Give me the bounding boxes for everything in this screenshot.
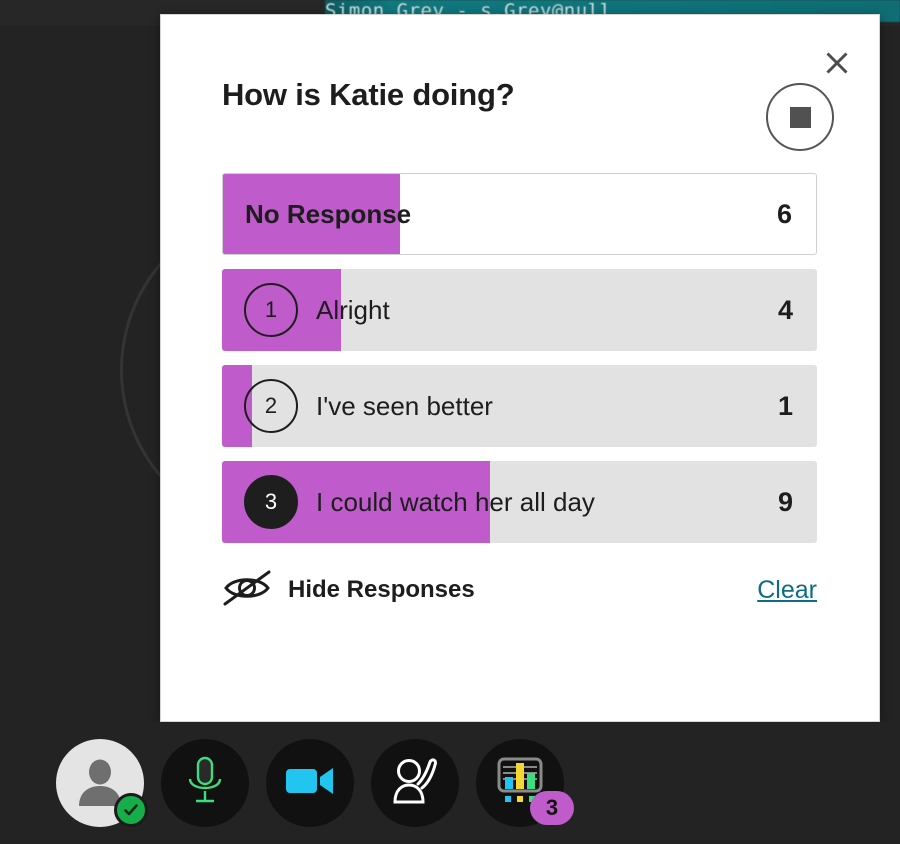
poll-options-list: No Response 6 1 Alright 4 2 I've seen be… (222, 173, 817, 557)
eye-slash-icon (222, 569, 272, 612)
meeting-toolbar: 3 (0, 722, 900, 844)
camera-button[interactable] (266, 739, 354, 827)
poll-option-count: 9 (777, 486, 793, 517)
poll-option-count: 4 (777, 294, 793, 325)
poll-option-content: 3 I could watch her all day 9 (222, 461, 817, 543)
poll-option-content: No Response 6 (223, 174, 816, 254)
poll-option-label: Alright (316, 294, 390, 325)
poll-option-label: I've seen better (316, 390, 493, 421)
clear-button[interactable]: Clear (757, 576, 817, 605)
microphone-icon (182, 753, 228, 814)
page-title: How is Katie doing? (222, 77, 515, 112)
stop-square-icon (789, 106, 811, 128)
hide-responses-button[interactable]: Hide Responses (222, 569, 475, 612)
poll-option-row[interactable]: 1 Alright 4 (222, 269, 817, 351)
poll-option-index-badge: 3 (244, 475, 298, 529)
raise-hand-icon (388, 754, 442, 813)
hide-responses-label: Hide Responses (288, 576, 475, 603)
polls-button[interactable]: 3 (476, 739, 574, 827)
raise-hand-button[interactable] (371, 739, 459, 827)
poll-option-content: 2 I've seen better 1 (222, 365, 817, 447)
poll-option-index-badge: 1 (244, 283, 298, 337)
close-icon[interactable] (817, 43, 857, 83)
microphone-button[interactable] (161, 739, 249, 827)
ready-check-icon (114, 793, 148, 827)
poll-footer: Hide Responses Clear (222, 560, 817, 620)
poll-option-row[interactable]: No Response 6 (222, 173, 817, 255)
poll-option-index-badge: 2 (244, 379, 298, 433)
poll-count-badge: 3 (530, 791, 574, 825)
poll-results-modal: How is Katie doing? No Response 6 1 Alri… (160, 14, 880, 722)
self-view-button[interactable] (56, 739, 148, 827)
poll-option-row[interactable]: 3 I could watch her all day 9 (222, 461, 817, 543)
poll-option-count: 1 (777, 390, 793, 421)
poll-option-count: 6 (776, 198, 792, 229)
poll-option-label: No Response (245, 198, 412, 229)
stop-poll-button[interactable] (766, 83, 834, 151)
poll-option-row[interactable]: 2 I've seen better 1 (222, 365, 817, 447)
poll-option-content: 1 Alright 4 (222, 269, 817, 351)
video-camera-icon (284, 763, 336, 804)
poll-option-label: I could watch her all day (316, 486, 595, 517)
